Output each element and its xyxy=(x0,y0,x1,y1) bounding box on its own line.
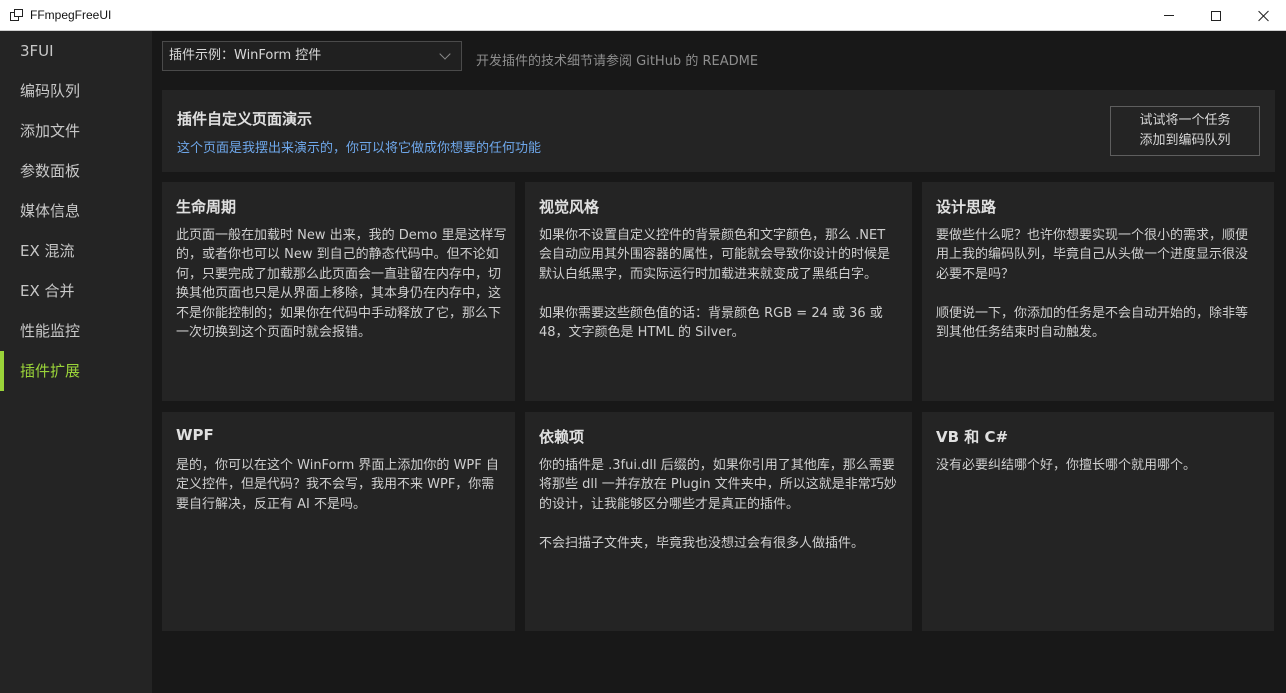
plugin-select[interactable]: 插件示例：WinForm 控件 xyxy=(162,41,462,71)
app-icon xyxy=(10,9,24,21)
card-title: WPF xyxy=(176,426,214,444)
sidebar-item-performance[interactable]: 性能监控 xyxy=(0,311,152,351)
card-title: 依赖项 xyxy=(539,428,585,446)
add-to-queue-label-line1: 试试将一个任务 xyxy=(1139,113,1231,128)
card-lifecycle: 生命周期 此页面一般在加载时 New 出来，我的 Demo 里是这样写的，或者你… xyxy=(162,182,515,401)
maximize-button[interactable] xyxy=(1193,0,1239,31)
card-title: 视觉风格 xyxy=(539,198,600,216)
chevron-down-icon xyxy=(439,48,451,60)
card-vb-csharp: VB 和 C# 没有必要纠结哪个好，你擅长哪个就用哪个。 xyxy=(922,412,1274,631)
card-visual-style: 视觉风格 如果你不设置自定义控件的背景颜色和文字颜色，那么 .NET 会自动应用… xyxy=(525,182,912,401)
sidebar-item-add-files[interactable]: 添加文件 xyxy=(0,111,152,151)
card-design-idea: 设计思路 要做些什么呢？也许你想要实现一个很小的需求，顺便用上我的编码队列，毕竟… xyxy=(922,182,1274,401)
card-dependencies: 依赖项 你的插件是 .3fui.dll 后缀的，如果你引用了其他库，那么需要将那… xyxy=(525,412,912,631)
header-panel: 插件自定义页面演示 这个页面是我摆出来演示的，你可以将它做成你想要的任何功能 试… xyxy=(162,90,1275,172)
close-icon xyxy=(1257,10,1269,22)
plugin-select-value: 插件示例：WinForm 控件 xyxy=(169,48,322,63)
sidebar-item-parameters[interactable]: 参数面板 xyxy=(0,151,152,191)
sidebar: 3FUI 编码队列 添加文件 参数面板 媒体信息 EX 混流 EX 合并 性能监… xyxy=(0,31,152,693)
main-content: 插件示例：WinForm 控件 开发插件的技术细节请参阅 GitHub 的 RE… xyxy=(152,31,1286,693)
add-to-queue-label-line2: 添加到编码队列 xyxy=(1139,133,1231,148)
minimize-button[interactable] xyxy=(1146,0,1192,31)
page-subtitle: 这个页面是我摆出来演示的，你可以将它做成你想要的任何功能 xyxy=(177,141,542,156)
title-bar[interactable]: FFmpegFreeUI xyxy=(0,0,1286,31)
sidebar-item-plugins[interactable]: 插件扩展 xyxy=(0,351,152,391)
close-button[interactable] xyxy=(1240,0,1286,31)
card-title: VB 和 C# xyxy=(936,428,1009,446)
sidebar-item-ex-mux[interactable]: EX 混流 xyxy=(0,231,152,271)
card-body: 没有必要纠结哪个好，你擅长哪个就用哪个。 xyxy=(936,458,1197,473)
readme-hint: 开发插件的技术细节请参阅 GitHub 的 README xyxy=(476,54,759,69)
page-title: 插件自定义页面演示 xyxy=(177,110,313,128)
card-wpf: WPF 是的，你可以在这个 WinForm 界面上添加你的 WPF 自定义控件，… xyxy=(162,412,515,631)
card-body: 是的，你可以在这个 WinForm 界面上添加你的 WPF 自定义控件，但是代码… xyxy=(176,458,499,512)
card-title: 生命周期 xyxy=(176,198,237,216)
window-title: FFmpegFreeUI xyxy=(30,8,112,22)
card-body: 你的插件是 .3fui.dll 后缀的，如果你引用了其他库，那么需要将那些 dl… xyxy=(539,458,897,551)
app-window: FFmpegFreeUI 3FUI 编码队列 添加文件 参数面板 媒体信息 EX… xyxy=(0,0,1286,693)
sidebar-item-encode-queue[interactable]: 编码队列 xyxy=(0,71,152,111)
card-body: 此页面一般在加载时 New 出来，我的 Demo 里是这样写的，或者你也可以 N… xyxy=(176,228,507,341)
minimize-icon xyxy=(1164,15,1174,16)
maximize-icon xyxy=(1211,10,1221,21)
add-to-queue-button[interactable]: 试试将一个任务 添加到编码队列 xyxy=(1110,106,1260,156)
sidebar-item-ex-merge[interactable]: EX 合并 xyxy=(0,271,152,311)
card-body: 如果你不设置自定义控件的背景颜色和文字颜色，那么 .NET 会自动应用其外围容器… xyxy=(539,228,891,341)
sidebar-item-media-info[interactable]: 媒体信息 xyxy=(0,191,152,231)
card-title: 设计思路 xyxy=(936,198,997,216)
sidebar-item-3fui[interactable]: 3FUI xyxy=(0,31,152,71)
card-body: 要做些什么呢？也许你想要实现一个很小的需求，顺便用上我的编码队列，毕竟自己从头做… xyxy=(936,228,1249,341)
